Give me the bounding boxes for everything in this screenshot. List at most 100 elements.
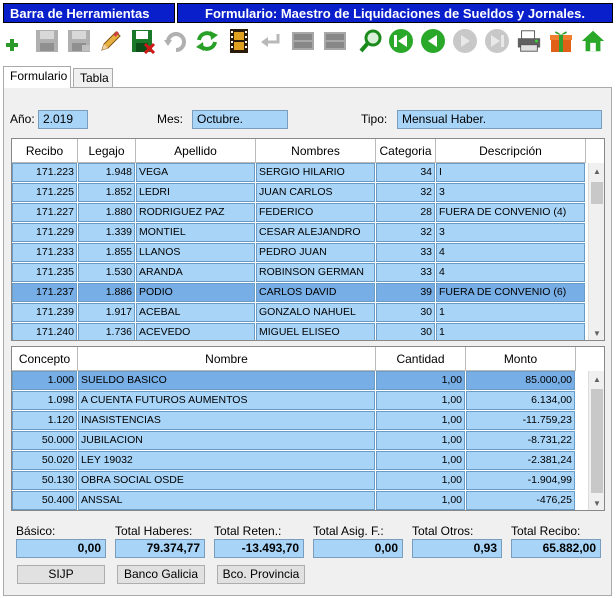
undo-disabled-button[interactable]: [162, 27, 188, 55]
cell-apellido[interactable]: VEGA: [136, 163, 256, 183]
conceptos-grid[interactable]: Concepto Nombre Cantidad Monto 1.000 SUEL…: [11, 346, 605, 511]
col-cantidad[interactable]: Cantidad: [376, 347, 466, 371]
table-row[interactable]: 50.130 OBRA SOCIAL OSDE 1,00 -1.904,99: [12, 471, 576, 491]
cell-apellido[interactable]: LLANOS: [136, 243, 256, 263]
search-button[interactable]: [358, 27, 384, 55]
cell-categoria[interactable]: 32: [376, 223, 436, 243]
cell-recibo[interactable]: 171.237: [12, 283, 78, 303]
cell-apellido[interactable]: ARANDA: [136, 263, 256, 283]
cell-categoria[interactable]: 32: [376, 183, 436, 203]
scroll-down-icon[interactable]: ▼: [589, 495, 604, 510]
table-row[interactable]: 50.020 LEY 19032 1,00 -2.381,24: [12, 451, 576, 471]
scroll-thumb[interactable]: [591, 182, 603, 204]
total-reten-field[interactable]: -13.493,70: [214, 539, 304, 558]
total-asig-field[interactable]: 0,00: [313, 539, 403, 558]
cell-monto[interactable]: -2.381,24: [466, 451, 576, 471]
sijp-button[interactable]: SIJP: [17, 565, 105, 584]
total-otros-field[interactable]: 0,93: [412, 539, 502, 558]
cell-cantidad[interactable]: 1,00: [376, 371, 466, 391]
cell-nombre[interactable]: JUBILACION: [78, 431, 376, 451]
table-row[interactable]: 171.240 1.736 ACEVEDO MIGUEL ELISEO 30 1: [12, 323, 586, 340]
cell-nombre[interactable]: LEY 19032: [78, 451, 376, 471]
cell-legajo[interactable]: 1.852: [78, 183, 136, 203]
col-categoria[interactable]: Categoria: [376, 139, 436, 163]
save-button[interactable]: [130, 27, 156, 55]
tab-tabla[interactable]: Tabla: [73, 68, 113, 88]
col-descripcion[interactable]: Descripción: [436, 139, 586, 163]
table-row[interactable]: 171.235 1.530 ARANDA ROBINSON GERMAN 33 4: [12, 263, 586, 283]
cell-recibo[interactable]: 171.227: [12, 203, 78, 223]
total-recibo-field[interactable]: 65.882,00: [511, 539, 601, 558]
cell-nombres[interactable]: PEDRO JUAN: [256, 243, 376, 263]
film-button[interactable]: [226, 27, 252, 55]
cell-nombres[interactable]: SERGIO HILARIO: [256, 163, 376, 183]
cell-legajo[interactable]: 1.917: [78, 303, 136, 323]
conceptos-scrollbar[interactable]: ▲ ▼: [588, 371, 604, 510]
cell-legajo[interactable]: 1.855: [78, 243, 136, 263]
cell-descripcion[interactable]: 4: [436, 243, 586, 263]
cell-nombres[interactable]: FEDERICO: [256, 203, 376, 223]
refresh-button[interactable]: [194, 27, 220, 55]
table-row[interactable]: 171.227 1.880 RODRIGUEZ PAZ FEDERICO 28 FUERA…: [12, 203, 586, 223]
cell-apellido[interactable]: PODIO: [136, 283, 256, 303]
cell-categoria[interactable]: 30: [376, 323, 436, 340]
cell-descripcion[interactable]: 3: [436, 183, 586, 203]
banco-galicia-button[interactable]: Banco Galicia: [117, 565, 205, 584]
cell-legajo[interactable]: 1.948: [78, 163, 136, 183]
cell-categoria[interactable]: 33: [376, 243, 436, 263]
cell-apellido[interactable]: MONTIEL: [136, 223, 256, 243]
scroll-up-icon[interactable]: ▲: [589, 371, 604, 387]
basico-field[interactable]: 0,00: [16, 539, 106, 558]
cell-nombre[interactable]: OBRA SOCIAL OSDE: [78, 471, 376, 491]
cell-recibo[interactable]: 171.239: [12, 303, 78, 323]
anio-field[interactable]: 2.019: [38, 110, 88, 129]
cell-categoria[interactable]: 33: [376, 263, 436, 283]
cell-legajo[interactable]: 1.530: [78, 263, 136, 283]
bco-provincia-button[interactable]: Bco. Provincia: [217, 565, 305, 584]
cell-cantidad[interactable]: 1,00: [376, 451, 466, 471]
cell-legajo[interactable]: 1.880: [78, 203, 136, 223]
table-row[interactable]: 171.237 1.886 PODIO CARLOS DAVID 39 FUERA DE …: [12, 283, 586, 303]
return-disabled-button[interactable]: [258, 27, 284, 55]
col-nombres[interactable]: Nombres: [256, 139, 376, 163]
cell-descripcion[interactable]: FUERA DE CONVENIO (6): [436, 283, 586, 303]
prev-button[interactable]: [420, 27, 446, 55]
next-disabled-button[interactable]: [452, 27, 478, 55]
cell-legajo[interactable]: 1.736: [78, 323, 136, 340]
cell-monto[interactable]: -1.904,99: [466, 471, 576, 491]
table-row[interactable]: 1.000 SUELDO BASICO 1,00 85.000,00: [12, 371, 576, 391]
cell-concepto[interactable]: 50.130: [12, 471, 78, 491]
cell-apellido[interactable]: RODRIGUEZ PAZ: [136, 203, 256, 223]
cell-recibo[interactable]: 171.223: [12, 163, 78, 183]
col-recibo[interactable]: Recibo: [12, 139, 78, 163]
save-disabled-button[interactable]: [34, 27, 60, 55]
cell-nombre[interactable]: INASISTENCIAS: [78, 411, 376, 431]
cell-categoria[interactable]: 28: [376, 203, 436, 223]
save-as-disabled-button[interactable]: [66, 27, 92, 55]
cell-recibo[interactable]: 171.225: [12, 183, 78, 203]
cell-apellido[interactable]: ACEVEDO: [136, 323, 256, 340]
cell-recibo[interactable]: 171.229: [12, 223, 78, 243]
cell-nombre[interactable]: SUELDO BASICO: [78, 371, 376, 391]
cell-descripcion[interactable]: 1: [436, 323, 586, 340]
edit-button[interactable]: [98, 27, 124, 55]
cell-descripcion[interactable]: 4: [436, 263, 586, 283]
cell-descripcion[interactable]: I: [436, 163, 586, 183]
cell-descripcion[interactable]: FUERA DE CONVENIO (4): [436, 203, 586, 223]
scroll-down-icon[interactable]: ▼: [589, 325, 604, 340]
table-row[interactable]: 171.239 1.917 ACEBAL GONZALO NAHUEL 30 1: [12, 303, 586, 323]
cell-cantidad[interactable]: 1,00: [376, 491, 466, 510]
table-row[interactable]: 171.225 1.852 LEDRI JUAN CARLOS 32 3: [12, 183, 586, 203]
cell-recibo[interactable]: 171.233: [12, 243, 78, 263]
col-concepto[interactable]: Concepto: [12, 347, 78, 371]
table-row[interactable]: 50.400 ANSSAL 1,00 -476,25: [12, 491, 576, 510]
table-row[interactable]: 1.120 INASISTENCIAS 1,00 -11.759,23: [12, 411, 576, 431]
cell-monto[interactable]: -476,25: [466, 491, 576, 510]
cell-concepto[interactable]: 1.098: [12, 391, 78, 411]
cell-monto[interactable]: 6.134,00: [466, 391, 576, 411]
last-disabled-button[interactable]: [484, 27, 510, 55]
table-row[interactable]: 1.098 A CUENTA FUTUROS AUMENTOS 1,00 6.134,…: [12, 391, 576, 411]
cell-nombres[interactable]: CARLOS DAVID: [256, 283, 376, 303]
first-button[interactable]: [388, 27, 414, 55]
cell-categoria[interactable]: 39: [376, 283, 436, 303]
